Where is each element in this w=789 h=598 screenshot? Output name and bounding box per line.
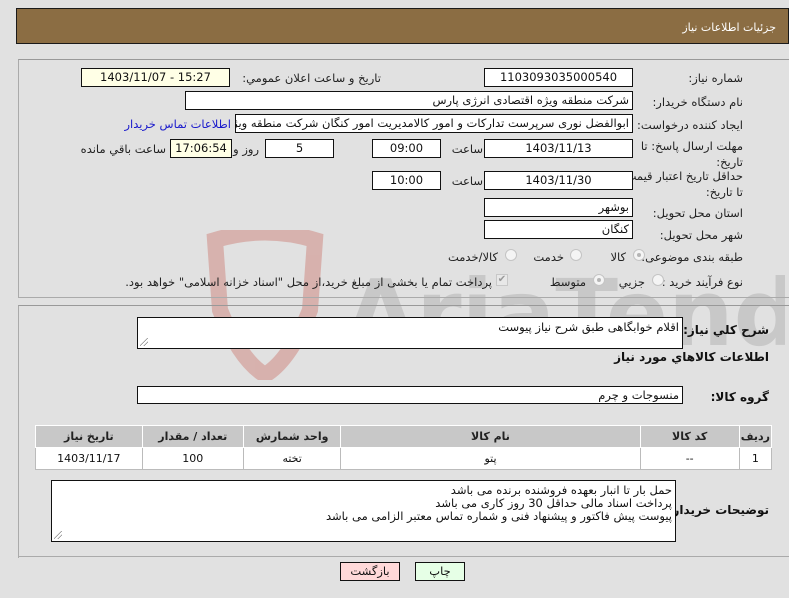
requester-field: ابوالفضل نوری سرپرست تدارکات و امور کالا… xyxy=(235,114,633,133)
requester-label: ایجاد کننده درخواست: xyxy=(637,118,743,132)
reply-time-label: ساعت xyxy=(451,142,483,156)
buyer-notes-label: توضیحات خریدار: xyxy=(667,503,769,517)
time-remaining: 17:06:54 xyxy=(170,139,232,158)
cell-row-number: 1 xyxy=(738,447,773,470)
cell-unit: تخته xyxy=(242,447,342,470)
province-label: استان محل تحویل: xyxy=(652,206,743,220)
goods-table: ردیف کد کالا نام کالا واحد شمارش تعداد /… xyxy=(35,425,773,470)
purchase-type-option-medium: متوسط xyxy=(549,275,586,289)
city-label: شهر محل تحویل: xyxy=(659,228,743,242)
goods-group-label: گروه کالا: xyxy=(710,390,769,404)
resize-grip-icon[interactable] xyxy=(140,338,148,346)
announce-label: تاريخ و ساعت اعلان عمومي: xyxy=(242,71,381,85)
announce-field: 1403/11/07 - 15:27 xyxy=(81,68,230,87)
category-radio-goods[interactable] xyxy=(633,249,645,261)
page-title: جزئیات اطلاعات نیاز xyxy=(682,21,776,34)
col-goods-name: نام کالا xyxy=(340,425,641,448)
price-validity-time: 10:00 xyxy=(372,171,441,190)
reply-deadline-time: 09:00 xyxy=(372,139,441,158)
treasury-payment-checkbox[interactable]: ✔ xyxy=(496,274,508,286)
goods-table-header: ردیف کد کالا نام کالا واحد شمارش تعداد /… xyxy=(35,425,773,448)
summary-textarea[interactable]: اقلام خوابگاهی طبق شرح نیاز پیوست xyxy=(137,317,683,349)
category-radio-service[interactable] xyxy=(570,249,582,261)
province-field: بوشهر xyxy=(484,198,633,217)
price-validity-date: 1403/11/30 xyxy=(484,171,633,190)
category-option-goods-service: کالا/خدمت xyxy=(447,250,498,264)
cell-quantity: 100 xyxy=(141,447,244,470)
purchase-type-radio-minor[interactable] xyxy=(652,274,664,286)
category-label: طبقه بندی موضوعی: xyxy=(641,250,743,264)
time-remaining-label: ساعت باقي مانده xyxy=(80,142,166,156)
buyer-notes-textarea[interactable]: حمل بار تا انبار بعهده فروشنده برنده می … xyxy=(51,480,676,542)
category-radio-goods-service[interactable] xyxy=(505,249,517,261)
summary-text: اقلام خوابگاهی طبق شرح نیاز پیوست xyxy=(498,320,679,334)
resize-grip-icon[interactable] xyxy=(54,531,62,539)
cell-goods-code: -- xyxy=(639,447,740,470)
treasury-payment-note: پرداخت تمام یا بخشی از مبلغ خرید،از محل … xyxy=(125,275,492,289)
category-option-service: خدمت xyxy=(533,250,564,264)
need-number-label: شماره نیاز: xyxy=(688,71,743,85)
goods-group-field: منسوجات و چرم xyxy=(137,386,683,404)
purchase-type-radio-medium[interactable] xyxy=(593,274,605,286)
col-unit: واحد شمارش xyxy=(242,425,342,448)
back-button[interactable]: بازگشت xyxy=(340,562,400,581)
price-validity-time-label: ساعت xyxy=(451,174,483,188)
print-button[interactable]: چاپ xyxy=(415,562,465,581)
buyer-notes-line: پیوست پیش فاکتور و پیشنهاد فنی و شماره ت… xyxy=(325,509,672,523)
purchase-type-label: نوع فرآیند خرید : xyxy=(661,275,743,289)
buyer-org-label: نام دستگاه خریدار: xyxy=(652,95,743,109)
days-label: روز و xyxy=(233,142,259,156)
table-row: 1 -- پتو تخته 100 1403/11/17 xyxy=(35,447,773,470)
footer-divider xyxy=(18,556,789,557)
cell-need-date: 1403/11/17 xyxy=(35,447,143,470)
buyer-contact-link[interactable]: اطلاعات تماس خریدار xyxy=(124,117,231,131)
buyer-org-field: شرکت منطقه ویژه اقتصادی انرژی پارس xyxy=(185,91,633,110)
city-field: کنگان xyxy=(484,220,633,239)
cell-goods-name: پتو xyxy=(340,447,641,470)
reply-deadline-label: مهلت ارسال پاسخ: تا تاریخ: xyxy=(640,139,743,169)
col-quantity: تعداد / مقدار xyxy=(141,425,244,448)
goods-section-title: اطلاعات کالاهاي مورد نياز xyxy=(614,350,769,364)
col-need-date: تاریخ نیاز xyxy=(35,425,143,448)
need-number-field: 1103093035000540 xyxy=(484,68,633,87)
summary-label: شرح کلي نياز: xyxy=(683,323,769,337)
reply-deadline-date: 1403/11/13 xyxy=(484,139,633,158)
col-goods-code: کد کالا xyxy=(639,425,740,448)
purchase-type-option-minor: جزیي xyxy=(618,275,645,289)
col-row-number: ردیف xyxy=(738,425,773,448)
days-remaining: 5 xyxy=(265,139,334,158)
page-header: جزئیات اطلاعات نیاز xyxy=(16,8,789,44)
category-option-goods: کالا xyxy=(610,250,626,264)
